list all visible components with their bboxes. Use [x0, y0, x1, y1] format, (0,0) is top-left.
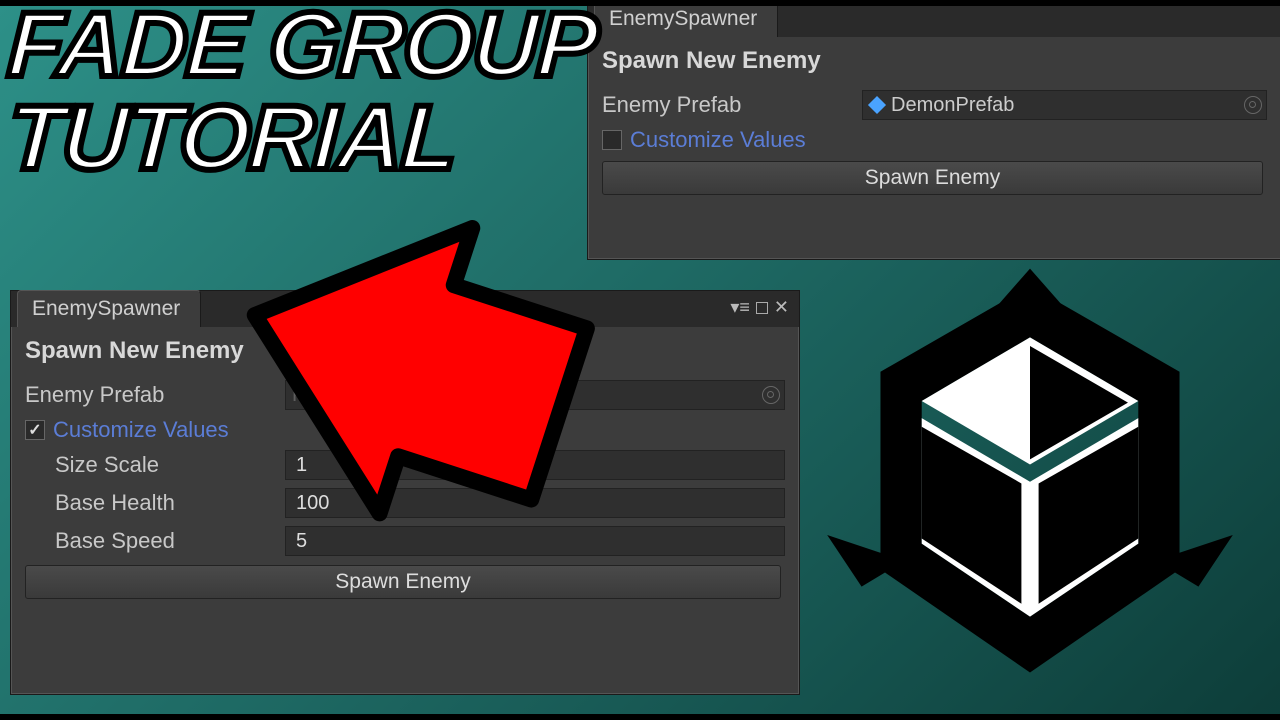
input-base-speed[interactable]: [285, 526, 785, 556]
row-customize-values: Customize Values: [602, 127, 1267, 153]
field-base-speed: Base Speed: [25, 525, 785, 557]
spawn-enemy-button[interactable]: Spawn Enemy: [25, 565, 781, 599]
prefab-value: DemonPrefab: [891, 94, 1014, 117]
row-customize-values: Customize Values: [25, 417, 785, 443]
thumbnail-title-line1: FADE GROUP: [6, 2, 599, 89]
tab-bar: EnemySpawner ▾≡ ✕: [11, 291, 799, 327]
field-enemy-prefab: Enemy Prefab DemonPrefab: [602, 89, 1267, 121]
object-field-prefab[interactable]: Prefab: [285, 380, 785, 410]
field-base-health: Base Health: [25, 487, 785, 519]
label-enemy-prefab: Enemy Prefab: [25, 382, 285, 408]
section-heading: Spawn New Enemy: [25, 337, 785, 365]
input-size-scale[interactable]: [285, 450, 785, 480]
label-customize-values: Customize Values: [630, 127, 806, 153]
checkbox-customize[interactable]: [602, 130, 622, 150]
label-base-speed: Base Speed: [25, 528, 285, 554]
prefab-value: Prefab: [292, 384, 351, 407]
thumbnail-title-line2: TUTORIAL: [6, 95, 458, 182]
object-field-prefab[interactable]: DemonPrefab: [862, 90, 1267, 120]
window-controls: ▾≡ ✕: [730, 297, 789, 318]
section-heading: Spawn New Enemy: [602, 47, 1267, 75]
tab-bar: EnemySpawner: [588, 1, 1280, 37]
maximize-icon[interactable]: [756, 302, 768, 314]
context-menu-icon[interactable]: ▾≡: [730, 297, 750, 318]
label-base-health: Base Health: [25, 490, 285, 516]
unity-logo-icon: [810, 260, 1250, 700]
tab-enemy-spawner[interactable]: EnemySpawner: [17, 290, 201, 327]
checkbox-customize[interactable]: [25, 420, 45, 440]
close-icon[interactable]: ✕: [774, 297, 789, 318]
input-base-health[interactable]: [285, 488, 785, 518]
object-picker-icon[interactable]: [762, 386, 780, 404]
label-customize-values: Customize Values: [53, 417, 229, 443]
field-enemy-prefab: Enemy Prefab Prefab: [25, 379, 785, 411]
editor-window-collapsed: EnemySpawner Spawn New Enemy Enemy Prefa…: [587, 0, 1280, 260]
spawn-enemy-button[interactable]: Spawn Enemy: [602, 161, 1263, 195]
prefab-cube-icon: [868, 96, 886, 114]
field-size-scale: Size Scale: [25, 449, 785, 481]
editor-window-expanded: EnemySpawner ▾≡ ✕ Spawn New Enemy Enemy …: [10, 290, 800, 695]
label-enemy-prefab: Enemy Prefab: [602, 92, 862, 118]
object-picker-icon[interactable]: [1244, 96, 1262, 114]
label-size-scale: Size Scale: [25, 452, 285, 478]
